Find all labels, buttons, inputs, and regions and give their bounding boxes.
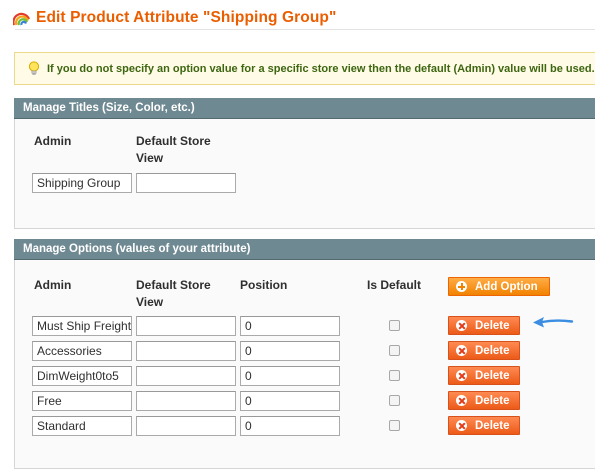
pointer-arrow-icon <box>533 317 574 328</box>
delete-option-button[interactable]: Delete <box>448 416 520 435</box>
options-col-default-store-line2: View <box>136 295 164 309</box>
titles-col-default-store-line2: View <box>136 151 164 165</box>
option-position-input[interactable]: 0 <box>240 316 340 336</box>
info-notice: If you do not specify an option value fo… <box>14 52 595 85</box>
option-is-default-checkbox[interactable] <box>389 420 400 431</box>
page-header: Edit Product Attribute "Shipping Group" <box>13 6 336 30</box>
manage-titles-body: Admin Default Store View Shipping Group <box>14 119 595 229</box>
options-col-is-default: Is Default <box>367 278 422 292</box>
options-col-admin: Admin <box>34 278 72 292</box>
options-col-position: Position <box>240 278 288 292</box>
option-position-input[interactable]: 0 <box>240 391 340 411</box>
delete-option-button[interactable]: Delete <box>448 316 520 335</box>
option-position-input[interactable]: 0 <box>240 366 340 386</box>
options-col-default-store-line1: Default Store <box>136 278 211 292</box>
option-is-default-checkbox[interactable] <box>389 320 400 331</box>
titles-col-default-store-line1: Default Store <box>136 134 211 148</box>
option-admin-input[interactable]: Must Ship Freight <box>32 316 132 336</box>
page-title: Edit Product Attribute "Shipping Group" <box>36 9 337 26</box>
option-default-store-input[interactable] <box>136 416 236 436</box>
plus-icon <box>456 281 467 292</box>
delete-icon <box>456 420 467 431</box>
delete-icon <box>456 320 467 331</box>
option-position-input[interactable]: 0 <box>240 341 340 361</box>
option-is-default-checkbox[interactable] <box>389 345 400 356</box>
option-default-store-input[interactable] <box>136 366 236 386</box>
delete-option-button[interactable]: Delete <box>448 341 520 360</box>
delete-option-button[interactable]: Delete <box>448 391 520 410</box>
option-admin-input[interactable]: Free <box>32 391 132 411</box>
manage-options-body: Admin Default Store View Position Is Def… <box>14 260 595 469</box>
rainbow-icon <box>13 12 30 25</box>
option-admin-input[interactable]: DimWeight0to5 <box>32 366 132 386</box>
delete-label: Delete <box>475 394 510 407</box>
add-option-label: Add Option <box>475 280 538 293</box>
title-default-store-input[interactable] <box>136 173 236 193</box>
delete-label: Delete <box>475 419 510 432</box>
lightbulb-icon <box>28 61 40 75</box>
notice-text: If you do not specify an option value fo… <box>47 62 595 75</box>
delete-label: Delete <box>475 344 510 357</box>
manage-options-section: Manage Options (values of your attribute… <box>14 239 595 469</box>
delete-label: Delete <box>475 369 510 382</box>
title-admin-input[interactable]: Shipping Group <box>32 173 132 193</box>
header-divider <box>15 29 595 30</box>
manage-titles-heading: Manage Titles (Size, Color, etc.) <box>14 98 595 119</box>
option-default-store-input[interactable] <box>136 391 236 411</box>
manage-options-heading: Manage Options (values of your attribute… <box>14 239 595 260</box>
option-default-store-input[interactable] <box>136 316 236 336</box>
delete-icon <box>456 395 467 406</box>
option-is-default-checkbox[interactable] <box>389 370 400 381</box>
delete-label: Delete <box>475 319 510 332</box>
option-admin-input[interactable]: Standard <box>32 416 132 436</box>
delete-icon <box>456 345 467 356</box>
delete-icon <box>456 370 467 381</box>
option-admin-input[interactable]: Accessories <box>32 341 132 361</box>
manage-titles-section: Manage Titles (Size, Color, etc.) Admin … <box>14 98 595 229</box>
option-position-input[interactable]: 0 <box>240 416 340 436</box>
option-default-store-input[interactable] <box>136 341 236 361</box>
titles-col-admin: Admin <box>34 134 72 148</box>
delete-option-button[interactable]: Delete <box>448 366 520 385</box>
add-option-button[interactable]: Add Option <box>448 277 550 296</box>
option-is-default-checkbox[interactable] <box>389 395 400 406</box>
